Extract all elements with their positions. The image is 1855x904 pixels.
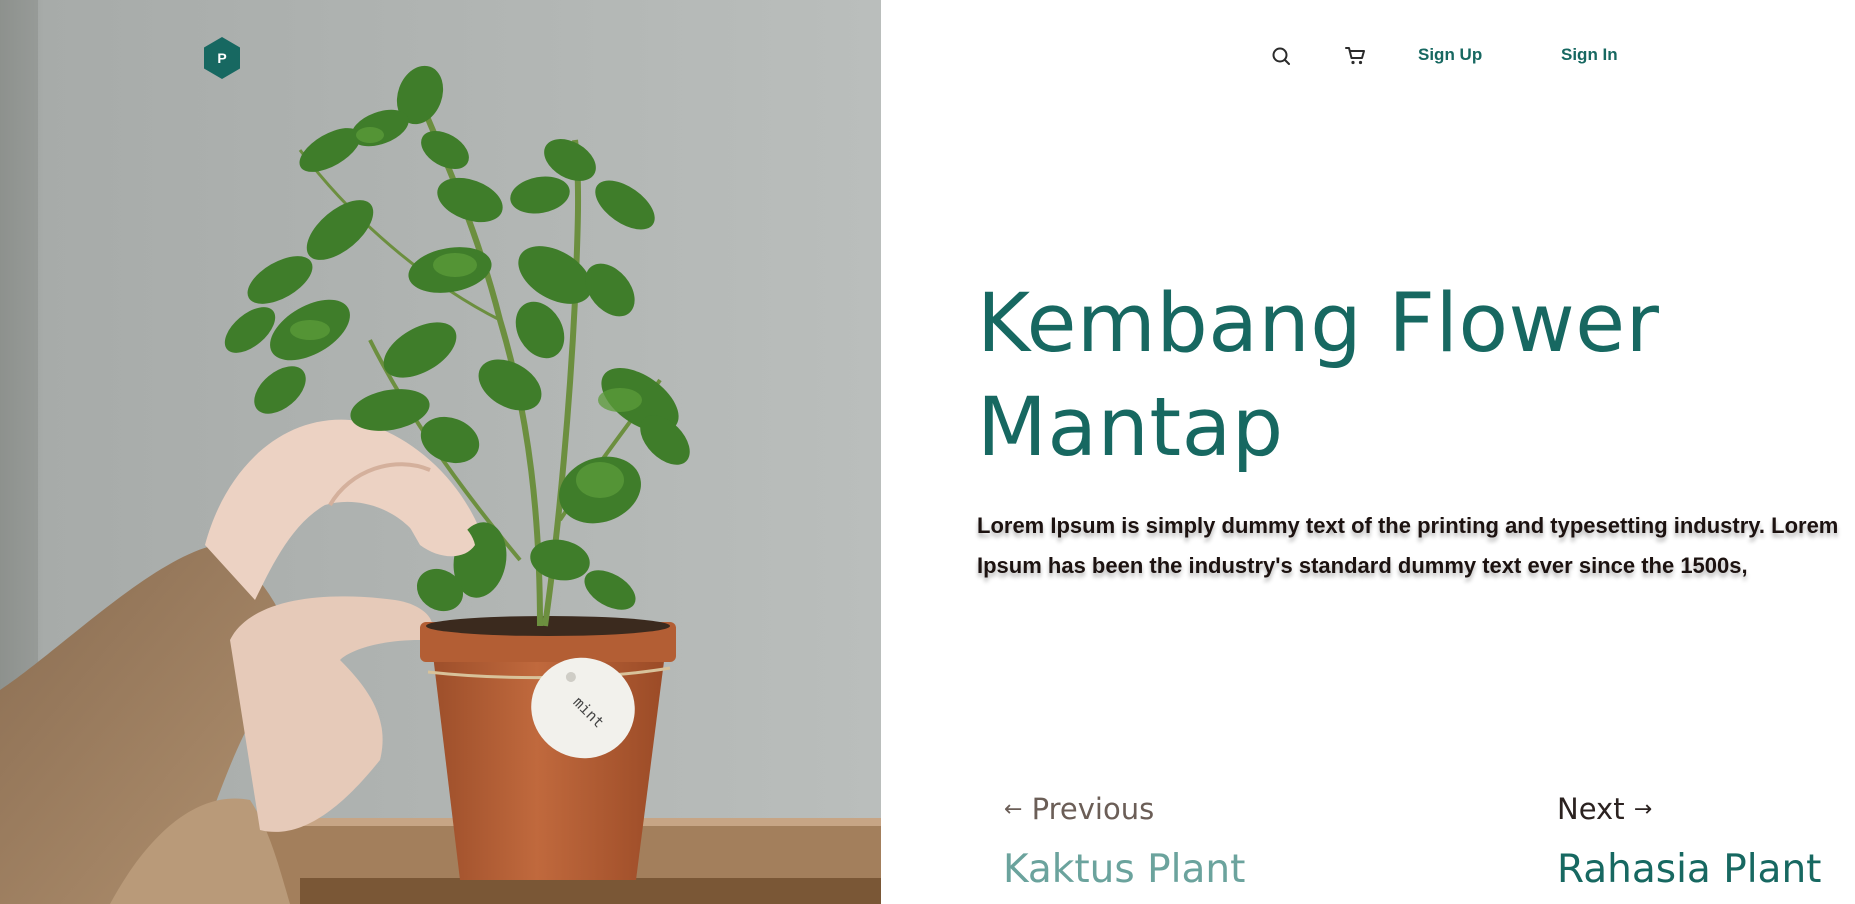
next-link[interactable]: Next → [1557,789,1652,830]
plant-illustration: mint [0,0,881,904]
search-icon[interactable] [1269,44,1293,68]
arrow-left-icon: ← [1004,797,1023,822]
previous-link[interactable]: ← Previous [1004,789,1154,830]
logo-letter: P [217,50,227,66]
hero-title-line2: Mantap [977,381,1284,475]
hero-photo: mint P [0,0,881,904]
sign-up-link[interactable]: Sign Up [1418,45,1482,65]
sign-in-link[interactable]: Sign In [1561,45,1618,65]
brand-logo[interactable]: P [202,36,242,80]
arrow-right-icon: → [1633,797,1653,822]
previous-title[interactable]: Kaktus Plant [1003,845,1245,895]
next-title[interactable]: Rahasia Plant [1557,845,1821,895]
next-label: Next [1557,792,1625,826]
hero-description: Lorem Ipsum is simply dummy text of the … [977,513,1839,578]
cart-icon[interactable] [1344,44,1368,68]
page: mint P Sign Up Sign In Kembang Flower Ma… [0,0,1855,904]
hero-title-line1: Kembang Flower [977,277,1660,371]
previous-label: Previous [1031,792,1155,826]
hero-title: Kembang Flower Mantap [977,272,1837,480]
